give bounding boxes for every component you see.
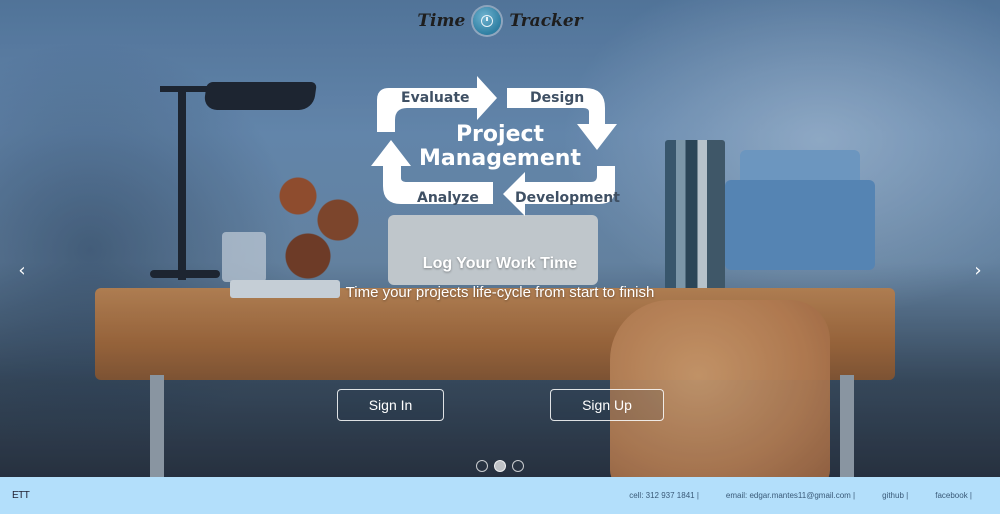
carousel-prev-icon[interactable]: ‹ — [12, 260, 32, 282]
sign-up-button[interactable]: Sign Up — [550, 389, 664, 421]
footer-github-link[interactable]: github | — [882, 491, 908, 500]
carousel-indicator-1[interactable] — [476, 460, 488, 472]
stage-label-design: Design — [530, 90, 585, 106]
brand-header[interactable]: Time Tracker — [0, 4, 1000, 38]
footer-email-link[interactable]: email: edgar.mantes11@gmail.com | — [726, 491, 855, 500]
stage-label-analyze: Analyze — [417, 190, 479, 206]
stage-label-evaluate: Evaluate — [401, 90, 470, 106]
slide-caption-title: Log Your Work Time — [422, 255, 578, 272]
slide-caption-subtitle: Time your projects life-cycle from start… — [345, 284, 655, 301]
brand-word-left: Time — [417, 11, 466, 31]
clock-logo-icon — [473, 7, 502, 35]
graphic-title-line2: Management — [419, 146, 581, 171]
footer-cell: cell: 312 937 1841 | — [629, 491, 699, 500]
stage-label-development: Development — [515, 190, 620, 206]
footer-links: cell: 312 937 1841 | email: edgar.mantes… — [602, 491, 972, 500]
footer-facebook-link[interactable]: facebook | — [935, 491, 972, 500]
carousel-next-icon[interactable]: › — [968, 260, 988, 282]
carousel-indicator-2[interactable] — [494, 460, 506, 472]
brand-word-right: Tracker — [509, 11, 583, 31]
footer: ETT cell: 312 937 1841 | email: edgar.ma… — [0, 477, 1000, 514]
project-management-cycle-graphic: Evaluate Design Development Analyze Proj… — [365, 70, 635, 220]
carousel-indicator-3[interactable] — [512, 460, 524, 472]
graphic-title-line1: Project — [455, 122, 545, 147]
footer-brand[interactable]: ETT — [12, 490, 30, 501]
carousel-indicators — [0, 460, 1000, 472]
sign-in-button[interactable]: Sign In — [337, 389, 444, 421]
